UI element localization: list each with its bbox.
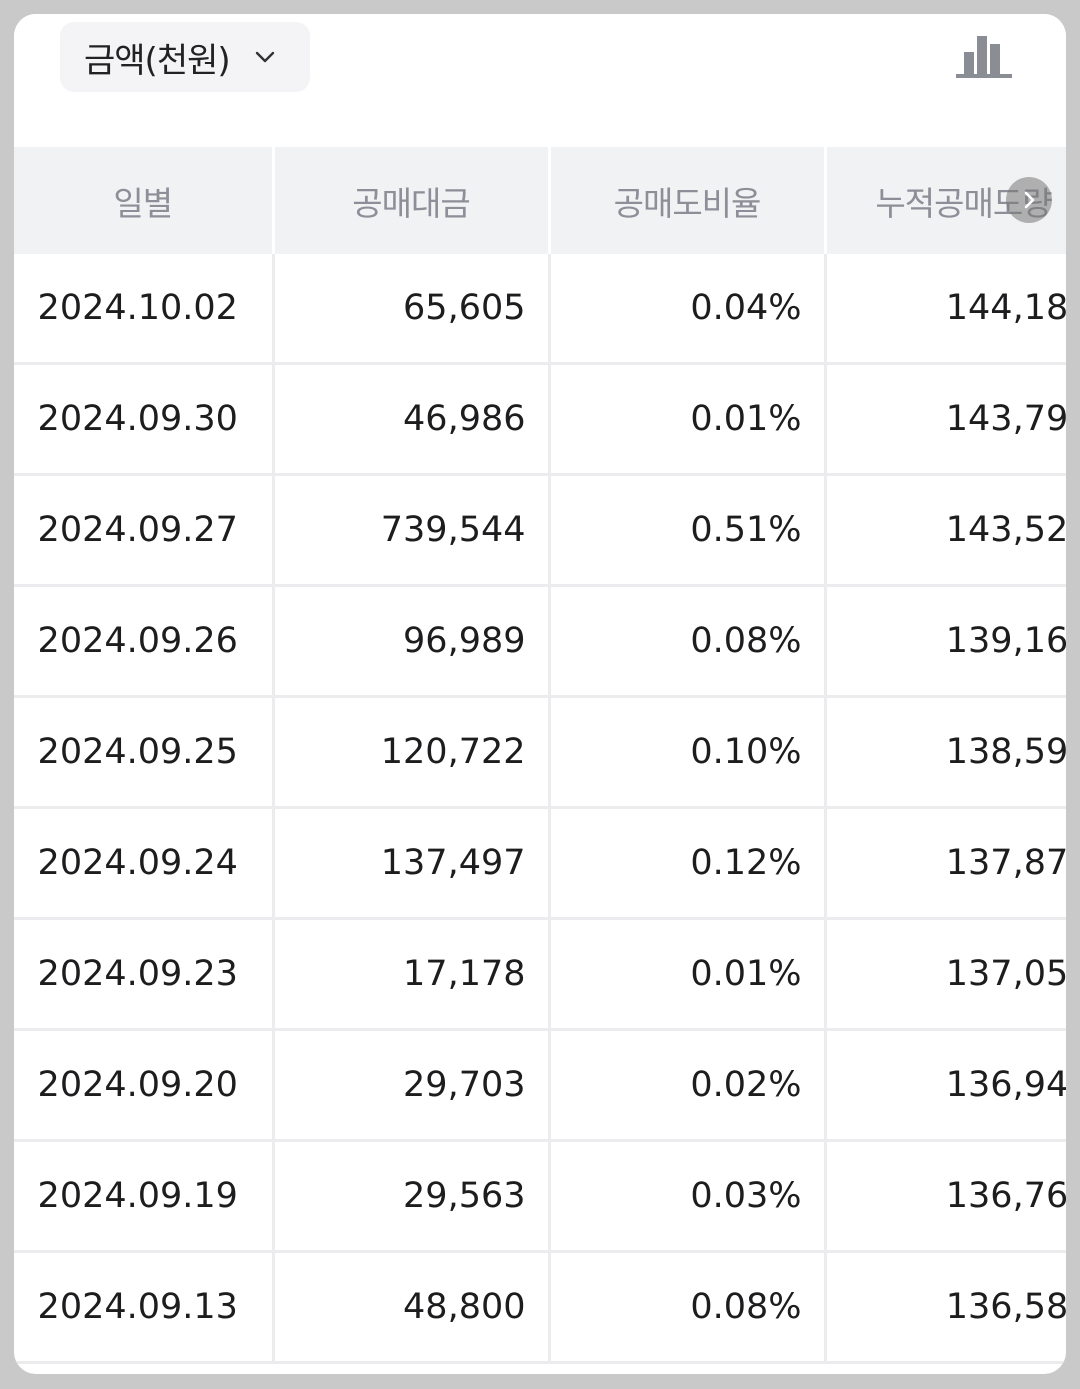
cell-short-amount: 96,989	[273, 585, 551, 698]
header-short-ratio[interactable]: 공매도비율	[549, 147, 827, 254]
cell-cumulative-volume: 138,594	[825, 696, 1066, 809]
cell-date: 2024.09.25	[14, 696, 275, 809]
cell-cumulative-volume: 144,185	[825, 254, 1066, 365]
cell-short-amount: 29,563	[273, 1140, 551, 1253]
unit-select-dropdown[interactable]: 금액(천원)	[60, 22, 310, 92]
cell-short-ratio: 0.51%	[549, 474, 827, 587]
cell-cumulative-volume: 136,765	[825, 1140, 1066, 1253]
table-row[interactable]: 2024.09.2029,7030.02%136,949	[14, 1029, 1066, 1142]
cell-short-amount: 48,800	[273, 1251, 551, 1364]
cell-short-ratio: 0.01%	[549, 363, 827, 476]
chevron-down-icon	[252, 44, 278, 70]
cell-date: 2024.09.24	[14, 807, 275, 920]
toolbar: 금액(천원)	[14, 14, 1066, 147]
scroll-right-button[interactable]	[1006, 177, 1052, 223]
table-row[interactable]: 2024.09.1929,5630.03%136,765	[14, 1140, 1066, 1253]
cell-cumulative-volume: 137,875	[825, 807, 1066, 920]
cell-short-amount: 65,605	[273, 254, 551, 365]
cell-date: 2024.09.30	[14, 363, 275, 476]
cell-date: 2024.09.20	[14, 1029, 275, 1142]
cell-short-ratio: 0.03%	[549, 1140, 827, 1253]
cell-date: 2024.10.02	[14, 254, 275, 365]
cell-cumulative-volume: 137,053	[825, 918, 1066, 1031]
table-row[interactable]: 2024.09.1348,8000.08%136,581	[14, 1251, 1066, 1364]
header-date[interactable]: 일별	[14, 147, 275, 254]
short-selling-panel: 금액(천원) 일별 공매대금 공매도비율 누적공매도량 2024.10.02 6…	[14, 14, 1066, 1374]
short-selling-table: 일별 공매대금 공매도비율 누적공매도량 2024.10.02 65,605 0.0…	[14, 147, 1066, 1364]
cell-short-ratio: 0.12%	[549, 807, 827, 920]
cell-short-amount: 739,544	[273, 474, 551, 587]
cell-date: 2024.09.23	[14, 918, 275, 1031]
cell-date: 2024.09.13	[14, 1251, 275, 1364]
cell-short-ratio: 0.08%	[549, 1251, 827, 1364]
cell-cumulative-volume: 143,796	[825, 363, 1066, 476]
cell-short-amount: 46,986	[273, 363, 551, 476]
cell-cumulative-volume: 143,522	[825, 474, 1066, 587]
table-row[interactable]: 2024.09.27739,5440.51%143,522	[14, 474, 1066, 587]
cell-short-ratio: 0.04%	[549, 254, 827, 365]
cell-short-ratio: 0.02%	[549, 1029, 827, 1142]
table-row[interactable]: 2024.09.3046,9860.01%143,796	[14, 363, 1066, 476]
cell-cumulative-volume: 139,169	[825, 585, 1066, 698]
cell-short-amount: 17,178	[273, 918, 551, 1031]
cell-short-amount: 137,497	[273, 807, 551, 920]
chevron-right-icon	[1024, 191, 1035, 209]
table-row[interactable]: 2024.09.25120,7220.10%138,594	[14, 696, 1066, 809]
cell-short-ratio: 0.10%	[549, 696, 827, 809]
table-row[interactable]: 2024.09.2696,9890.08%139,169	[14, 585, 1066, 698]
cell-cumulative-volume: 136,949	[825, 1029, 1066, 1142]
cell-date: 2024.09.19	[14, 1140, 275, 1253]
table-row[interactable]: 2024.09.24137,4970.12%137,875	[14, 807, 1066, 920]
cell-short-amount: 120,722	[273, 696, 551, 809]
cell-short-ratio: 0.01%	[549, 918, 827, 1031]
cell-cumulative-volume: 136,581	[825, 1251, 1066, 1364]
bar-chart-icon[interactable]	[952, 32, 1016, 82]
cell-short-amount: 29,703	[273, 1029, 551, 1142]
table-row[interactable]: 2024.10.0265,6050.04%144,185	[14, 254, 1066, 365]
header-short-amount[interactable]: 공매대금	[273, 147, 551, 254]
unit-select-label: 금액(천원)	[84, 40, 231, 81]
cell-date: 2024.09.26	[14, 585, 275, 698]
table-row[interactable]: 2024.09.2317,1780.01%137,053	[14, 918, 1066, 1031]
cell-short-ratio: 0.08%	[549, 585, 827, 698]
table-header-row: 일별 공매대금 공매도비율 누적공매도량	[14, 147, 1066, 254]
cell-date: 2024.09.27	[14, 474, 275, 587]
